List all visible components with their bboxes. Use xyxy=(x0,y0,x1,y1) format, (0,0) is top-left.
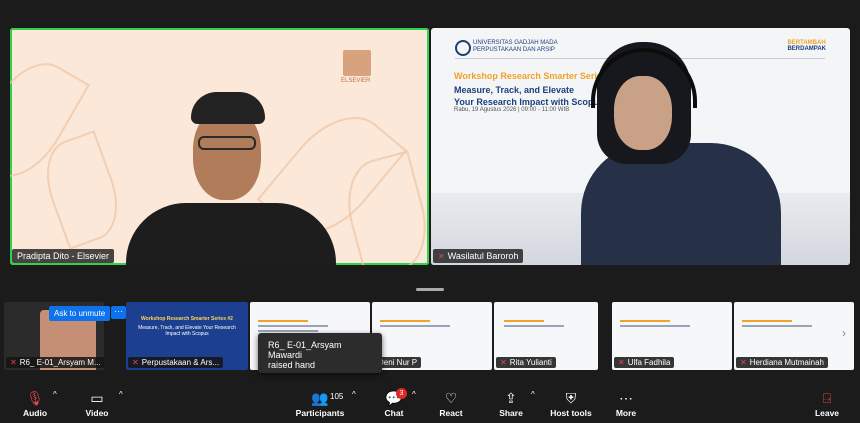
speaker-body xyxy=(126,203,336,265)
strip-tile[interactable]: Deni Nur P xyxy=(372,302,492,370)
thumb-slide-title: Workshop Research Smarter Series #2 xyxy=(141,316,233,322)
participant-name: ✕ Perpustakaan & Ars... xyxy=(128,357,224,368)
mic-off-icon: ✕ xyxy=(132,358,139,367)
strip-tile[interactable]: ✕ Rita Yulianti xyxy=(494,302,598,370)
participants-options-caret[interactable]: ^ xyxy=(352,390,356,399)
chat-unread-badge: 3 xyxy=(396,388,407,399)
slide-date: Rabu, 19 Agustus 2026 | 09:00 - 11:00 WI… xyxy=(454,107,570,113)
thumb-line xyxy=(258,325,328,327)
resize-handle[interactable] xyxy=(416,288,444,291)
mic-off-icon: ✕ xyxy=(438,252,445,261)
video-options-caret[interactable]: ^ xyxy=(119,390,123,399)
mic-off-icon: ✕ xyxy=(740,358,747,367)
heart-icon: ♡ xyxy=(444,390,458,406)
video-tile-speaker[interactable]: ELSEVIER Pradipta Dito - Elsevier xyxy=(10,28,429,265)
participant-name: ✕ R6_ E-01_Arsyam M... xyxy=(6,357,104,368)
host-tools-button[interactable]: ⛨ Host tools xyxy=(544,388,598,418)
more-dots-icon: ⋯ xyxy=(619,390,633,406)
next-page-arrow-icon[interactable]: › xyxy=(842,326,846,340)
more-options-button[interactable]: ··· xyxy=(111,306,126,319)
thumb-line xyxy=(504,325,564,327)
participant-name: ✕ Wasilatul Baroroh xyxy=(433,249,524,263)
leave-button[interactable]: ⍈ Leave xyxy=(801,388,853,418)
more-button[interactable]: ⋯ More xyxy=(600,388,652,418)
thumb-line xyxy=(504,320,544,322)
thumb-slide-subtitle: Measure, Track, and Elevate Your Researc… xyxy=(138,325,236,337)
thumb-line xyxy=(380,325,450,327)
participant-name: ✕ Herdiana Mutmainah xyxy=(736,357,828,368)
slide-brand: BERTAMBAH BERDAMPAK xyxy=(787,40,826,52)
thumb-line xyxy=(258,330,318,332)
speaker-hair xyxy=(191,92,265,124)
thumb-line xyxy=(742,320,792,322)
participant-name: Pradipta Dito - Elsevier xyxy=(12,249,115,263)
elsevier-logo xyxy=(343,50,371,76)
share-button[interactable]: ⇪ Share xyxy=(485,388,537,418)
thumb-line xyxy=(380,320,430,322)
elsevier-logo-text: ELSEVIER xyxy=(341,78,371,84)
mic-off-icon: ✕ xyxy=(500,358,507,367)
top-bar xyxy=(0,0,860,26)
video-tile-presenter[interactable]: UNIVERSITAS GADJAH MADA PERPUSTAKAAN DAN… xyxy=(431,28,850,265)
thumb-line xyxy=(258,320,308,322)
shield-icon: ⛨ xyxy=(565,390,577,406)
participant-name: ✕ Ulfa Fadhila xyxy=(614,357,675,368)
chat-options-caret[interactable]: ^ xyxy=(412,390,416,399)
audio-options-caret[interactable]: ^ xyxy=(53,390,57,399)
ugm-logo-icon xyxy=(455,40,471,56)
participant-name: ✕ Rita Yulianti xyxy=(496,357,556,368)
presenter-body xyxy=(581,143,781,265)
glasses xyxy=(198,136,256,150)
strip-tile[interactable]: ✕ Ulfa Fadhila xyxy=(612,302,732,370)
video-button[interactable]: ▭ Video xyxy=(71,388,123,418)
raised-hand-tooltip: R6_ E-01_Arsyam Mawardi raised hand xyxy=(258,333,382,373)
react-button[interactable]: ♡ React xyxy=(425,388,477,418)
video-camera-icon: ▭ xyxy=(90,390,104,406)
mic-off-icon: ✕ xyxy=(10,358,17,367)
strip-tile[interactable]: Workshop Research Smarter Series #2 Meas… xyxy=(126,302,248,370)
slide-kicker: Workshop Research Smarter Series xyxy=(454,71,607,81)
thumb-line xyxy=(620,320,670,322)
thumb-line xyxy=(742,325,812,327)
share-options-caret[interactable]: ^ xyxy=(531,390,535,399)
strip-tile[interactable]: ✕ Herdiana Mutmainah xyxy=(734,302,854,370)
share-screen-icon: ⇪ xyxy=(505,390,517,406)
thumb-line xyxy=(620,325,690,327)
slide-university: UNIVERSITAS GADJAH MADA PERPUSTAKAAN DAN… xyxy=(473,40,558,53)
ask-to-unmute-button[interactable]: Ask to unmute xyxy=(49,306,111,321)
participants-count: 105 xyxy=(330,392,344,401)
leave-door-icon: ⍈ xyxy=(822,390,832,406)
mic-off-icon: ✕ xyxy=(618,358,625,367)
